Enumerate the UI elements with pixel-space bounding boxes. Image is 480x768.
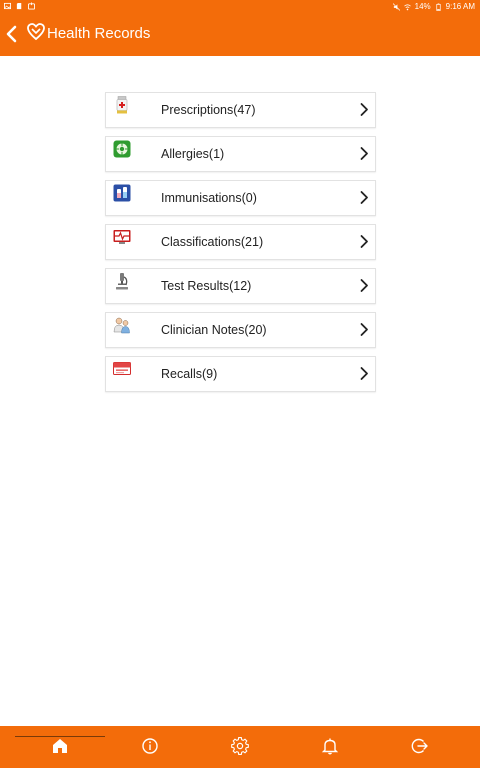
chevron-right-icon [360,367,368,380]
doctor-icon [113,317,130,334]
app-bar: Health Records [0,14,480,56]
chevron-right-icon [360,323,368,336]
heart-monitor-icon [113,230,131,244]
battery-percent: 14% [414,2,431,11]
record-item-test-results[interactable]: Test Results(12) [105,268,376,304]
status-bar: 14% 9:16 AM [0,0,480,14]
chevron-left-icon[interactable] [2,23,22,45]
record-item-allergies[interactable]: Allergies(1) [105,136,376,172]
health-records-list: Prescriptions(47) Allergies(1) Immunisat… [105,92,376,400]
record-label: Prescriptions(47) [161,103,256,117]
record-label: Immunisations(0) [161,191,257,205]
gallery-icon [4,2,11,10]
chevron-right-icon [360,235,368,248]
record-item-immunisations[interactable]: Immunisations(0) [105,180,376,216]
chevron-right-icon [360,103,368,116]
allergy-icon [113,140,131,158]
status-left-icons [4,2,35,10]
chevron-right-icon [360,279,368,292]
vaccine-icon [113,184,131,202]
home-icon[interactable] [51,737,69,755]
status-right-icons: 14% 9:16 AM [392,2,475,12]
page-title: Health Records [47,25,151,42]
battery-icon [436,3,441,11]
record-label: Recalls(9) [161,367,218,381]
info-icon[interactable] [141,737,159,755]
prescription-bottle-icon [116,96,128,114]
sim-icon [16,2,22,10]
record-item-clinician-notes[interactable]: Clinician Notes(20) [105,312,376,348]
record-label: Allergies(1) [161,147,225,161]
logout-icon[interactable] [411,737,429,755]
record-label: Clinician Notes(20) [161,323,267,337]
notification-icon [28,2,35,10]
record-label: Test Results(12) [161,279,252,293]
record-item-recalls[interactable]: Recalls(9) [105,356,376,392]
mute-icon [392,3,400,11]
heart-hand-icon [27,23,45,41]
clock: 9:16 AM [445,2,475,11]
record-item-prescriptions[interactable]: Prescriptions(47) [105,92,376,128]
recall-card-icon [113,362,131,375]
record-label: Classifications(21) [161,235,264,249]
wifi-icon [403,4,411,11]
settings-icon[interactable] [231,737,249,755]
bell-icon[interactable] [321,737,339,755]
microscope-icon [116,273,128,290]
record-item-classifications[interactable]: Classifications(21) [105,224,376,260]
bottom-nav [0,726,480,768]
chevron-right-icon [360,147,368,160]
chevron-right-icon [360,191,368,204]
